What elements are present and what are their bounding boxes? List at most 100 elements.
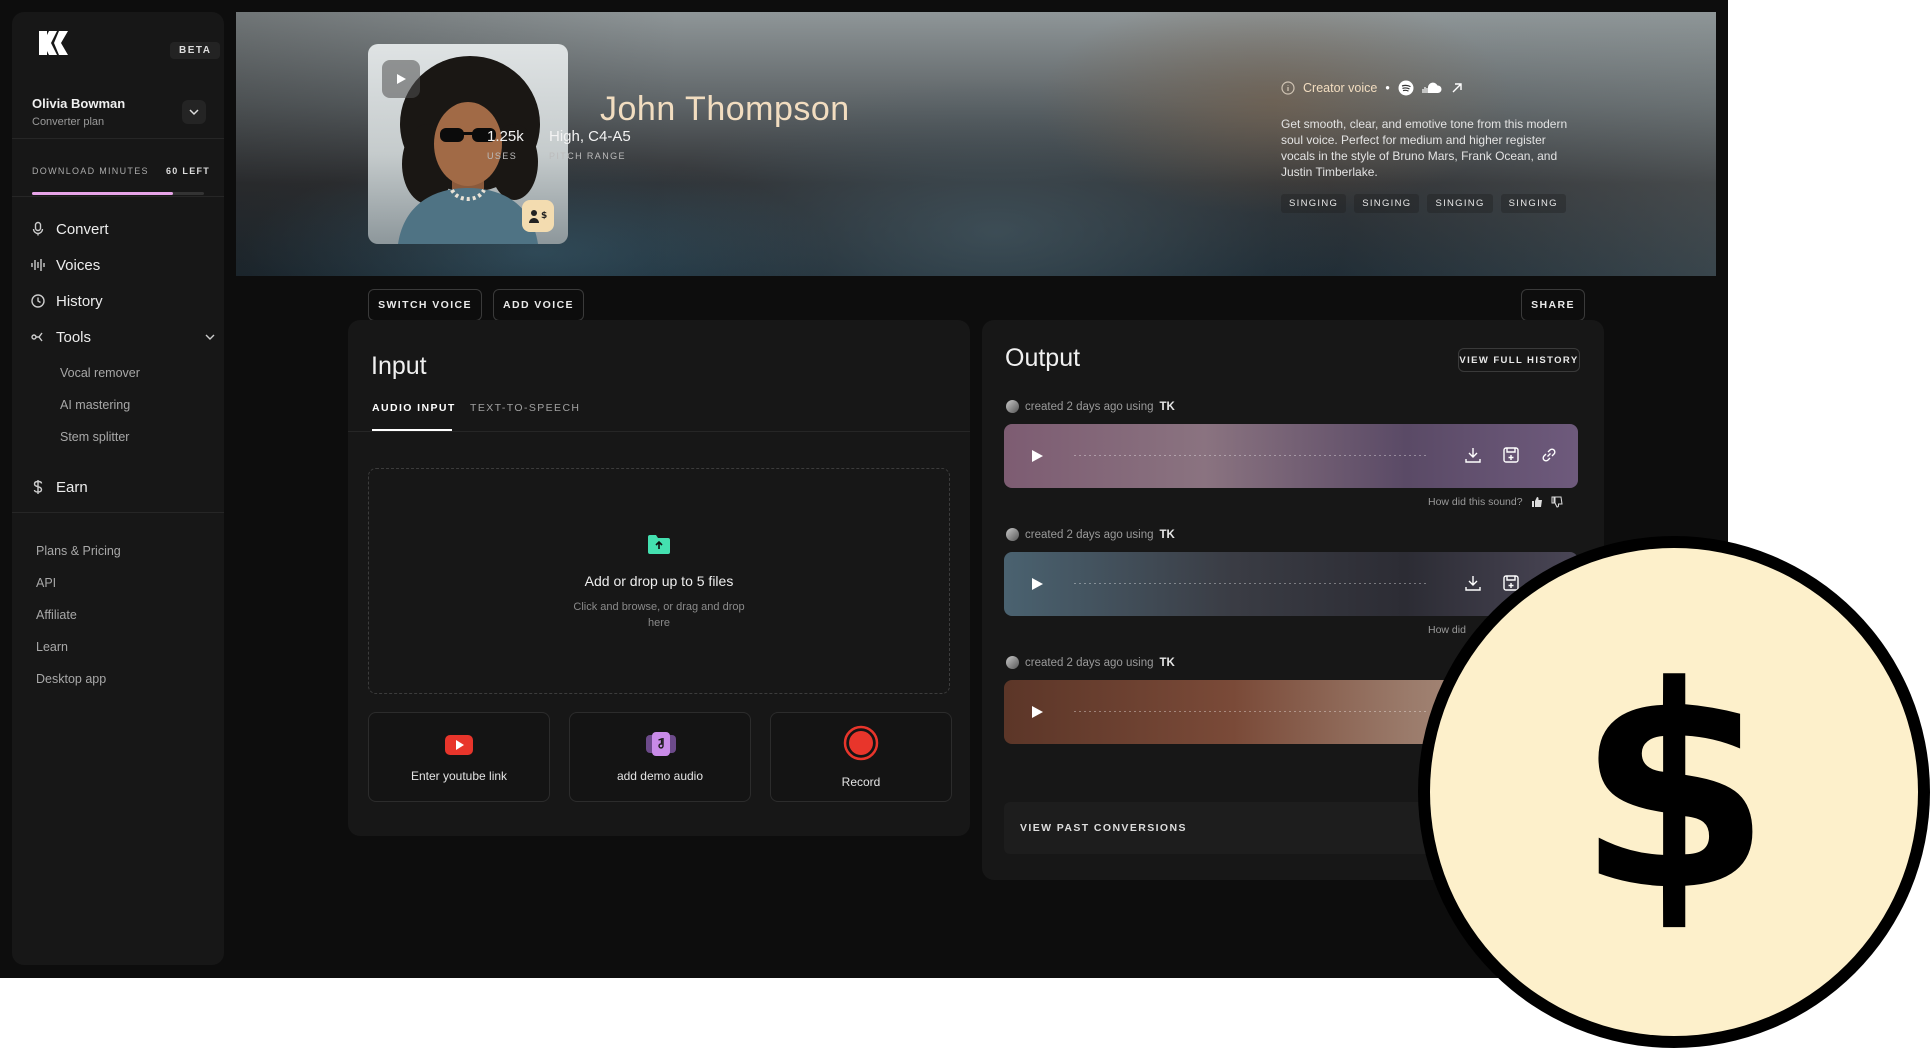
waveform[interactable] — [1074, 455, 1428, 456]
output-title: Output — [1005, 344, 1081, 372]
tab-audio-input[interactable]: AUDIO INPUT — [372, 402, 456, 414]
divider — [12, 512, 224, 513]
soundcloud-icon[interactable] — [1422, 82, 1442, 94]
link-affiliate[interactable]: Affiliate — [36, 608, 77, 622]
coin-face: $ — [1430, 548, 1918, 1036]
user-dollar-icon: $ — [529, 210, 547, 223]
user-profile[interactable]: Olivia Bowman Converter plan — [32, 96, 125, 128]
dollar-coin-badge: $ — [1418, 536, 1930, 1048]
avatar — [1006, 400, 1019, 413]
output-track[interactable] — [1004, 552, 1578, 616]
download-icon[interactable] — [1464, 446, 1482, 464]
user-plan: Converter plan — [32, 116, 105, 128]
play-icon[interactable] — [1030, 577, 1044, 591]
play-icon — [397, 74, 406, 84]
music-note-icon — [646, 732, 676, 756]
waveform-icon — [31, 259, 45, 271]
share-button[interactable]: SHARE — [1521, 289, 1585, 321]
nav-earn[interactable]: Earn — [30, 473, 88, 501]
input-title: Input — [371, 352, 427, 380]
logo-icon[interactable] — [36, 28, 72, 58]
link-icon[interactable] — [1540, 446, 1558, 464]
tools-icon — [31, 332, 43, 342]
creator-voice-row: Creator voice • — [1281, 80, 1464, 96]
svg-text:$: $ — [541, 211, 547, 221]
output-meta: created 2 days ago using TK — [1006, 528, 1175, 541]
tag[interactable]: SINGING — [1354, 194, 1420, 213]
account-menu-button[interactable] — [182, 100, 206, 124]
link-learn[interactable]: Learn — [36, 640, 68, 654]
tools-vocal-remover[interactable]: Vocal remover — [60, 366, 140, 380]
demo-audio-option[interactable]: add demo audio — [569, 712, 751, 802]
tools-stem-splitter[interactable]: Stem splitter — [60, 430, 129, 444]
play-icon[interactable] — [1030, 705, 1044, 719]
nav-history[interactable]: History — [30, 287, 103, 315]
nav-earn-label: Earn — [56, 478, 88, 496]
record-icon — [843, 725, 879, 761]
tools-ai-mastering[interactable]: AI mastering — [60, 398, 130, 412]
nav-convert[interactable]: Convert — [30, 215, 109, 243]
divider — [12, 138, 224, 139]
output-creator[interactable]: TK — [1160, 657, 1175, 669]
microphone-icon — [32, 221, 44, 236]
user-name: Olivia Bowman — [32, 96, 126, 111]
save-icon[interactable] — [1502, 446, 1520, 464]
preview-play-button[interactable] — [382, 60, 420, 98]
nav-tools[interactable]: Tools — [30, 323, 215, 351]
dropzone-hint: Click and browse, or drag and drop here — [573, 601, 745, 629]
output-meta: created 2 days ago using TK — [1006, 400, 1175, 413]
download-progress-bar — [32, 192, 204, 195]
view-full-history-button[interactable]: VIEW FULL HISTORY — [1458, 348, 1580, 372]
nav-voices-label: Voices — [56, 256, 101, 274]
record-option[interactable]: Record — [770, 712, 952, 802]
info-icon[interactable] — [1281, 81, 1295, 95]
feedback-prompt: How did — [1428, 624, 1466, 636]
nav-history-label: History — [56, 292, 103, 310]
link-api[interactable]: API — [36, 576, 56, 590]
uses-value: 1.25k — [487, 128, 524, 145]
chevron-down-icon — [205, 334, 215, 340]
external-link-icon[interactable] — [1450, 81, 1464, 95]
nav-voices[interactable]: Voices — [30, 251, 100, 279]
tag[interactable]: SINGING — [1500, 194, 1566, 213]
download-minutes-label: DOWNLOAD MINUTES — [32, 166, 149, 176]
pitch-range-value: High, C4-A5 — [549, 128, 631, 145]
feedback-row: How did this sound? — [1428, 496, 1563, 508]
play-icon[interactable] — [1030, 449, 1044, 463]
separator-dot: • — [1385, 81, 1390, 95]
voice-name: John Thompson — [600, 90, 850, 128]
view-past-conversions-label: VIEW PAST CONVERSIONS — [1020, 822, 1187, 834]
tag[interactable]: SINGING — [1427, 194, 1493, 213]
youtube-link-option[interactable]: Enter youtube link — [368, 712, 550, 802]
switch-voice-button[interactable]: SWITCH VOICE — [368, 289, 482, 321]
add-voice-button[interactable]: ADD VOICE — [493, 289, 584, 321]
thumbs-down-icon[interactable] — [1551, 496, 1563, 508]
feedback-prompt: How did this sound? — [1428, 496, 1523, 508]
dollar-icon — [33, 480, 43, 494]
download-minutes-left: 60 LEFT — [166, 166, 211, 176]
nav-tools-label: Tools — [56, 328, 92, 346]
output-creator[interactable]: TK — [1160, 401, 1175, 413]
file-dropzone[interactable]: Add or drop up to 5 files Click and brow… — [368, 468, 950, 694]
spotify-icon[interactable] — [1398, 80, 1414, 96]
voice-description: Get smooth, clear, and emotive tone from… — [1281, 117, 1568, 179]
dropzone-title: Add or drop up to 5 files — [584, 573, 734, 589]
download-progress-fill — [32, 192, 174, 195]
avatar — [1006, 528, 1019, 541]
upload-folder-icon — [648, 535, 670, 554]
waveform[interactable] — [1074, 583, 1428, 584]
output-created-text: created 2 days ago using — [1025, 656, 1154, 669]
waveform[interactable] — [1074, 711, 1428, 712]
output-track[interactable] — [1004, 424, 1578, 488]
thumbs-up-icon[interactable] — [1531, 496, 1543, 508]
chevron-down-icon — [189, 109, 199, 116]
tab-text-to-speech[interactable]: TEXT-TO-SPEECH — [470, 402, 580, 414]
link-plans-pricing[interactable]: Plans & Pricing — [36, 544, 121, 558]
link-desktop-app[interactable]: Desktop app — [36, 672, 106, 686]
creator-earn-badge: $ — [522, 200, 554, 232]
output-creator[interactable]: TK — [1160, 529, 1175, 541]
uses-label: USES — [487, 151, 518, 161]
download-icon[interactable] — [1464, 574, 1482, 592]
nav-convert-label: Convert — [56, 220, 109, 238]
tag[interactable]: SINGING — [1281, 194, 1347, 213]
